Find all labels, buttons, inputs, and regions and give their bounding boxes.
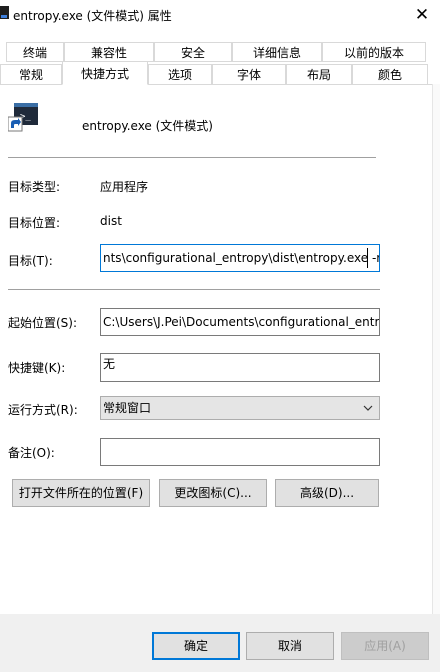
tab-label: 兼容性 (90, 46, 127, 60)
target-input[interactable]: nts\configurational_entropy\dist\entropy… (100, 244, 380, 272)
close-button[interactable]: ✕ (404, 0, 440, 30)
start-in-input[interactable]: C:\Users\J.Pei\Documents\configurational… (100, 308, 380, 336)
tab-label: 布局 (306, 68, 331, 82)
target-label: 目标(T): (8, 254, 53, 268)
separator (8, 289, 380, 290)
run-label: 运行方式(R): (8, 403, 78, 417)
app-icon (0, 6, 10, 20)
tab-layout[interactable]: 布局 (286, 64, 352, 85)
tab-shortcut[interactable]: 快捷方式 (62, 61, 148, 85)
tab-colors[interactable]: 颜色 (352, 64, 428, 85)
title-bar: entropy.exe (文件模式) 属性 ✕ (0, 0, 440, 30)
run-select-value: 常规窗口 (103, 401, 152, 415)
tab-compatibility[interactable]: 兼容性 (64, 42, 154, 62)
tab-label: 快捷方式 (80, 67, 129, 81)
hotkey-input-text: 无 (103, 357, 116, 371)
tab-details[interactable]: 详细信息 (232, 42, 322, 62)
comment-input[interactable] (100, 438, 380, 466)
tab-options[interactable]: 选项 (148, 64, 212, 85)
start-in-input-text: C:\Users\J.Pei\Documents\configurational… (103, 315, 380, 329)
change-icon-button[interactable]: 更改图标(C)... (159, 479, 267, 507)
target-location-label: 目标位置: (8, 216, 61, 230)
chevron-down-icon (363, 397, 373, 426)
program-shortcut-icon: >_ (7, 101, 40, 136)
close-icon: ✕ (414, 5, 430, 25)
cancel-button[interactable]: 取消 (246, 632, 334, 660)
apply-button[interactable]: 应用(A) (341, 632, 429, 660)
separator (8, 157, 376, 158)
tab-label: 字体 (236, 68, 261, 82)
comment-label: 备注(O): (8, 446, 55, 460)
tab-label: 详细信息 (252, 46, 301, 60)
text-caret (367, 248, 368, 268)
start-in-label: 起始位置(S): (8, 316, 78, 330)
tab-label: 选项 (167, 68, 192, 82)
tab-label: 常规 (18, 68, 43, 82)
run-select[interactable]: 常规窗口 (100, 396, 380, 420)
target-input-text: nts\configurational_entropy\dist\entropy… (103, 251, 380, 265)
target-location-value: dist (100, 214, 122, 228)
shortcut-name: entropy.exe (文件模式) (82, 119, 213, 133)
background-window-edge (432, 84, 440, 614)
tab-previous-versions[interactable]: 以前的版本 (322, 42, 426, 62)
target-type-value: 应用程序 (100, 180, 149, 194)
ok-button[interactable]: 确定 (152, 632, 240, 660)
shortcut-panel (0, 84, 440, 614)
open-file-location-button[interactable]: 打开文件所在的位置(F) (12, 479, 150, 507)
tab-label: 颜色 (377, 68, 402, 82)
tab-label: 以前的版本 (343, 46, 404, 60)
window-title: entropy.exe (文件模式) 属性 (13, 9, 172, 23)
target-type-label: 目标类型: (8, 180, 61, 194)
tab-font[interactable]: 字体 (212, 64, 286, 85)
advanced-button[interactable]: 高级(D)... (275, 479, 379, 507)
tab-security[interactable]: 安全 (154, 42, 232, 62)
tab-label: 安全 (180, 46, 205, 60)
hotkey-input[interactable]: 无 (100, 353, 380, 382)
tab-label: 终端 (22, 46, 47, 60)
tab-general[interactable]: 常规 (0, 64, 62, 85)
hotkey-label: 快捷键(K): (8, 361, 66, 375)
tab-terminal[interactable]: 终端 (6, 42, 64, 62)
